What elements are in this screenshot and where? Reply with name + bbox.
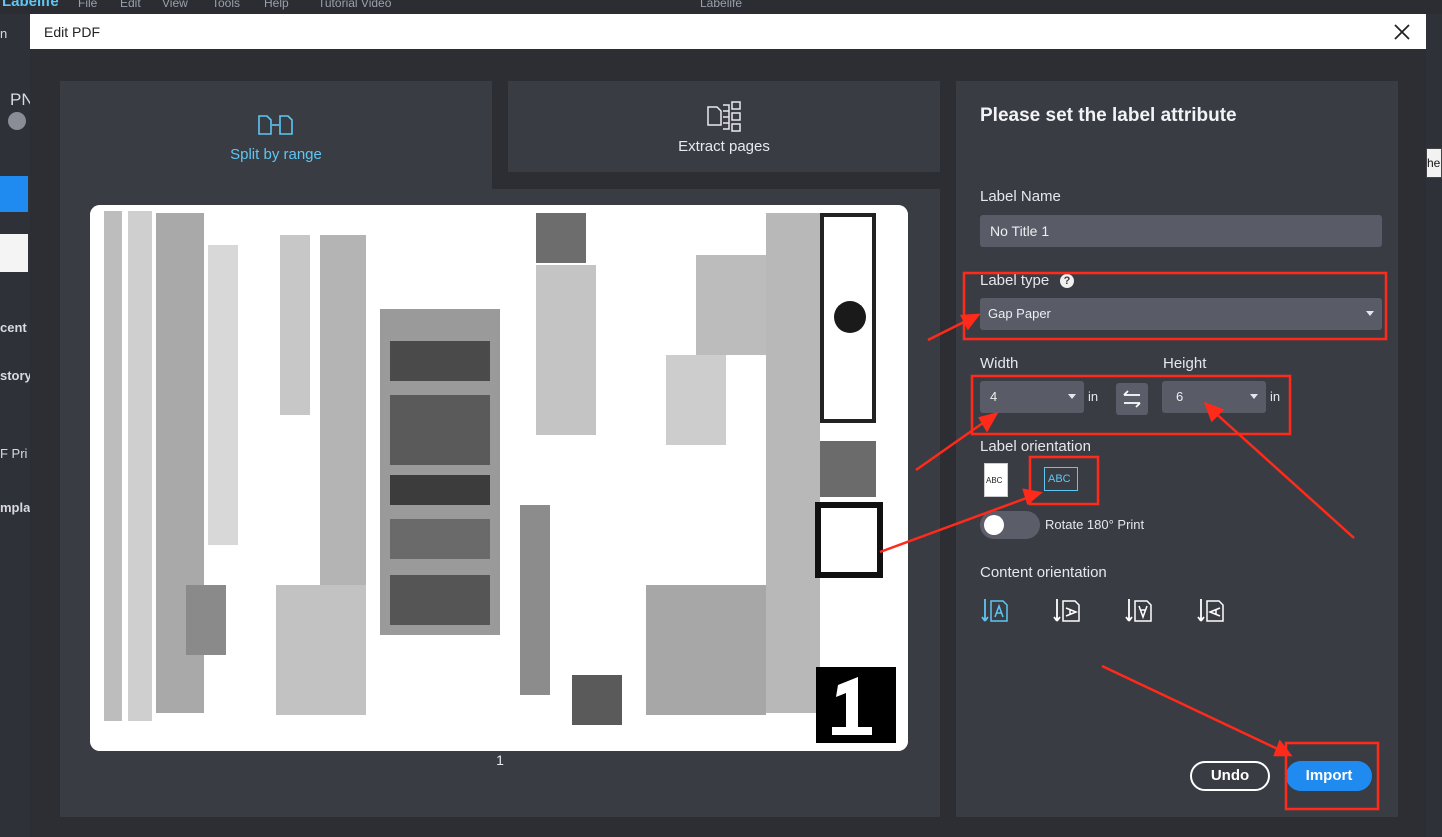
menu-tools[interactable]: Tools bbox=[212, 0, 240, 10]
tab-split-by-range[interactable]: Split by range bbox=[60, 81, 492, 189]
content-orientation-label: Content orientation bbox=[980, 564, 1107, 581]
content-orientation-180-icon[interactable] bbox=[1124, 597, 1154, 625]
background-window-title: Labelife bbox=[700, 0, 743, 10]
background-menubar: Labelife File Edit View Tools Help Tutor… bbox=[0, 0, 1442, 14]
background-fragment-1: n bbox=[0, 26, 8, 41]
tab-gap bbox=[492, 172, 940, 189]
tab-extract-pages[interactable]: Extract pages bbox=[508, 81, 940, 172]
width-label: Width bbox=[980, 355, 1019, 372]
page-number: 1 bbox=[496, 752, 504, 768]
chevron-down-icon bbox=[1068, 394, 1076, 399]
label-type-label: Label type bbox=[980, 272, 1050, 289]
settings-title: Please set the label attribute bbox=[980, 105, 1237, 126]
tab-split-by-range-label: Split by range bbox=[230, 146, 322, 163]
tab-extract-pages-label: Extract pages bbox=[678, 138, 770, 155]
chevron-down-icon bbox=[1250, 394, 1258, 399]
height-value: 6 bbox=[1176, 389, 1184, 404]
background-blue-button bbox=[0, 176, 28, 212]
background-white-field bbox=[0, 234, 28, 272]
menu-tutorial-video[interactable]: Tutorial Video bbox=[318, 0, 391, 10]
extract-pages-icon bbox=[707, 101, 741, 132]
edit-pdf-dialog: Edit PDF Split by range Extract pages 1 … bbox=[30, 14, 1426, 837]
dialog-titlebar: Edit PDF bbox=[30, 14, 1426, 49]
split-pages-icon bbox=[258, 115, 293, 135]
content-orientation-0-icon[interactable] bbox=[980, 597, 1010, 625]
rotate-180-label: Rotate 180° Print bbox=[1045, 517, 1145, 532]
label-type-select[interactable]: Gap Paper bbox=[980, 298, 1382, 330]
background-fragment-4: story bbox=[0, 368, 32, 383]
label-orientation-label: Label orientation bbox=[980, 438, 1091, 455]
width-unit: in bbox=[1088, 389, 1099, 404]
orientation-landscape-button[interactable]: ABC bbox=[1044, 467, 1078, 491]
label-name-input[interactable]: No Title 1 bbox=[980, 215, 1382, 247]
swap-dimensions-button[interactable] bbox=[1116, 383, 1148, 415]
chevron-down-icon bbox=[1366, 311, 1374, 316]
pdf-preview-panel: 1 bbox=[60, 189, 940, 817]
import-button[interactable]: Import bbox=[1286, 761, 1372, 791]
help-icon[interactable]: ? bbox=[1060, 274, 1074, 288]
height-unit: in bbox=[1270, 389, 1281, 404]
label-type-value: Gap Paper bbox=[988, 306, 1051, 321]
orientation-portrait-label: ABC bbox=[986, 476, 1003, 485]
toggle-knob bbox=[984, 515, 1004, 535]
background-app-logo: Labelife bbox=[2, 0, 59, 10]
undo-button[interactable]: Undo bbox=[1190, 761, 1270, 791]
background-right-edge bbox=[1424, 14, 1442, 837]
dialog-title: Edit PDF bbox=[44, 24, 101, 40]
height-label: Height bbox=[1163, 355, 1207, 372]
background-right-tab-label: he bbox=[1427, 156, 1441, 170]
label-settings-panel: Please set the label attribute Label Nam… bbox=[956, 81, 1398, 817]
background-sidebar: n PN cent story F Pri mpla bbox=[0, 14, 34, 837]
swap-icon bbox=[1123, 390, 1141, 408]
background-fragment-6: mpla bbox=[0, 500, 31, 515]
menu-edit[interactable]: Edit bbox=[120, 0, 141, 10]
label-name-label: Label Name bbox=[980, 188, 1061, 205]
rotate-180-toggle[interactable] bbox=[980, 511, 1040, 539]
background-fragment-5: F Pri bbox=[0, 446, 28, 461]
orientation-landscape-label: ABC bbox=[1048, 473, 1071, 485]
height-select[interactable]: 6 bbox=[1162, 381, 1266, 413]
width-value: 4 bbox=[990, 389, 998, 404]
menu-help[interactable]: Help bbox=[264, 0, 289, 10]
pdf-page-thumbnail[interactable] bbox=[90, 205, 908, 751]
dialog-body: Split by range Extract pages 1 Please se… bbox=[30, 49, 1424, 837]
menu-view[interactable]: View bbox=[162, 0, 188, 10]
width-select[interactable]: 4 bbox=[980, 381, 1084, 413]
content-orientation-270-icon[interactable] bbox=[1196, 597, 1226, 625]
close-icon[interactable] bbox=[1392, 22, 1412, 42]
bluetooth-icon bbox=[8, 112, 26, 130]
pixelated-shipping-label-image bbox=[90, 205, 908, 751]
background-fragment-3: cent bbox=[0, 320, 27, 335]
menu-file[interactable]: File bbox=[78, 0, 97, 10]
orientation-portrait-button[interactable]: ABC bbox=[984, 463, 1008, 497]
content-orientation-90-icon[interactable] bbox=[1052, 597, 1082, 625]
background-right-tab: he bbox=[1426, 148, 1442, 178]
